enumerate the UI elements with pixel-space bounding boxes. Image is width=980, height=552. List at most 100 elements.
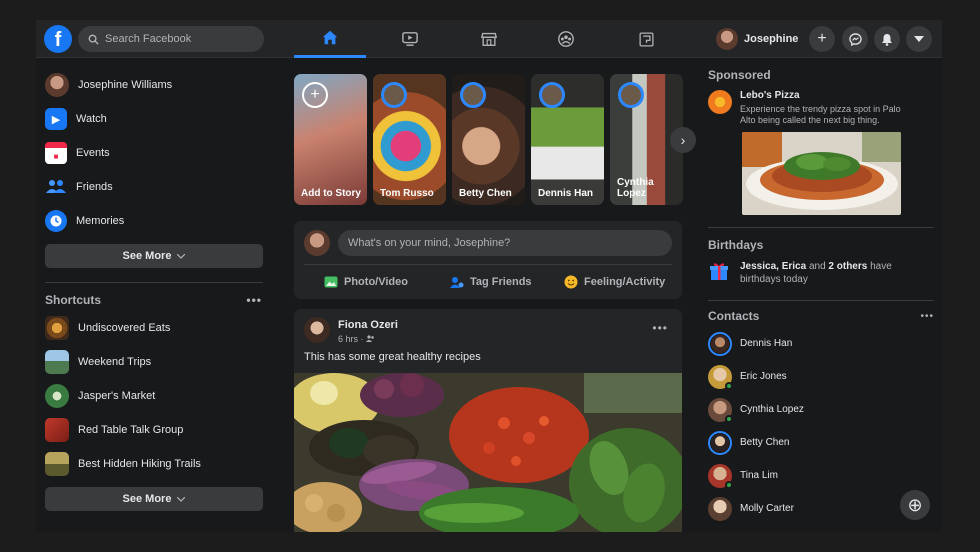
contact-item[interactable]: Dennis Han [708, 327, 934, 360]
advertiser-logo-icon [708, 90, 732, 114]
gaming-icon [638, 31, 654, 47]
shortcut-item[interactable]: Best Hidden Hiking Trails [36, 447, 272, 481]
friends-icon [45, 176, 67, 198]
calendar-icon: ■ [45, 142, 67, 164]
ad-image[interactable] [742, 132, 901, 215]
sidebar-item-watch[interactable]: ▶ Watch [36, 102, 272, 136]
tab-groups[interactable] [530, 20, 602, 58]
contacts-list: Dennis Han Eric Jones Cynthia Lopez Bett… [708, 327, 934, 525]
messenger-button[interactable] [842, 26, 868, 52]
create-button[interactable]: + [809, 26, 835, 52]
sidebar-item-friends[interactable]: Friends [36, 170, 272, 204]
tab-watch[interactable] [374, 20, 446, 58]
story-card[interactable]: Dennis Han [531, 74, 604, 205]
tag-friends-button[interactable]: Tag Friends [450, 271, 532, 293]
sidebar-item-label: Friends [76, 181, 113, 193]
see-more-shortcuts-button[interactable]: See More [45, 487, 263, 511]
new-message-button[interactable]: ⊕ [900, 490, 930, 520]
feeling-activity-button[interactable]: Feeling/Activity [564, 271, 665, 293]
shortcut-item[interactable]: Undiscovered Eats [36, 311, 272, 345]
tab-gaming[interactable] [610, 20, 682, 58]
group-thumbnail [45, 452, 69, 476]
story-card[interactable]: Tom Russo [373, 74, 446, 205]
post-image[interactable] [294, 373, 682, 532]
contact-avatar [708, 364, 733, 390]
profile-name: Josephine [744, 33, 799, 45]
story-card[interactable]: Betty Chen [452, 74, 525, 205]
story-name: Add to Story [301, 188, 361, 199]
user-avatar [304, 230, 330, 256]
group-thumbnail [45, 384, 69, 408]
sidebar-item-label: Josephine Williams [78, 79, 173, 91]
messenger-icon [848, 32, 862, 46]
story-avatar [381, 82, 407, 108]
birthdays-title: Birthdays [708, 238, 764, 252]
notifications-button[interactable] [874, 26, 900, 52]
shortcut-item[interactable]: Red Table Talk Group [36, 413, 272, 447]
chevron-down-icon [177, 253, 186, 259]
gift-icon [710, 263, 728, 280]
sidebar-item-memories[interactable]: Memories [36, 204, 272, 238]
contact-name: Tina Lim [740, 470, 778, 481]
search-box[interactable] [78, 26, 264, 52]
story-name: Betty Chen [459, 188, 512, 199]
post-timestamp[interactable]: 6 hrs [338, 334, 358, 344]
profile-chip[interactable]: Josephine [712, 26, 804, 52]
audience-friends-icon [366, 335, 374, 342]
stories-next-button[interactable]: › [670, 127, 696, 153]
tag-friends-label: Tag Friends [470, 276, 532, 288]
status-input[interactable] [338, 230, 672, 256]
contact-item[interactable]: Tina Lim [708, 459, 934, 492]
contact-avatar [708, 496, 732, 521]
feeling-activity-label: Feeling/Activity [584, 276, 666, 288]
post-options-icon[interactable]: ••• [652, 321, 668, 335]
photo-video-label: Photo/Video [344, 276, 408, 288]
marketplace-store-icon [480, 32, 498, 46]
see-more-label: See More [122, 493, 172, 505]
contact-item[interactable]: Betty Chen [708, 426, 934, 459]
ad-title: Lebo's Pizza [740, 90, 800, 101]
facebook-app: f Josephine + [36, 20, 942, 532]
contact-avatar [708, 331, 732, 356]
birthday-notice[interactable]: Jessica, Erica and 2 others have birthda… [708, 260, 934, 286]
ad-description: Experience the trendy pizza spot in Palo… [740, 104, 901, 125]
post-author-avatar[interactable] [304, 317, 330, 343]
top-navigation-bar: f Josephine + [36, 20, 942, 58]
story-avatar [618, 82, 644, 108]
shortcut-item[interactable]: Jasper's Market [36, 379, 272, 413]
facebook-logo-icon[interactable]: f [44, 25, 72, 53]
story-name: Cynthia Lopez [617, 177, 654, 199]
see-more-button[interactable]: See More [45, 244, 263, 268]
add-story-plus-icon: + [302, 82, 328, 108]
compose-plus-icon: ⊕ [907, 494, 923, 515]
more-options-icon[interactable]: ••• [246, 293, 262, 307]
divider [304, 264, 672, 265]
group-thumbnail [45, 418, 69, 442]
search-input[interactable] [105, 33, 255, 45]
divider [708, 300, 934, 301]
contact-name: Cynthia Lopez [740, 404, 804, 415]
story-card-add[interactable]: + Add to Story [294, 74, 367, 205]
search-icon [88, 34, 99, 45]
shortcut-label: Jasper's Market [78, 390, 156, 402]
contact-item[interactable]: Cynthia Lopez [708, 393, 934, 426]
contacts-options-icon[interactable]: ••• [920, 311, 934, 322]
tab-home[interactable] [294, 20, 366, 58]
tab-marketplace[interactable] [453, 20, 525, 58]
story-avatar [539, 82, 565, 108]
contacts-title: Contacts [708, 309, 760, 323]
post-composer: Photo/Video Tag Friends Feeling/Activity [294, 221, 682, 299]
sidebar-item-profile[interactable]: Josephine Williams [36, 68, 272, 102]
smiley-icon [564, 275, 578, 289]
photo-video-button[interactable]: Photo/Video [324, 271, 408, 293]
group-thumbnail [45, 316, 69, 340]
sponsored-ad[interactable]: Lebo's Pizza Experience the trendy pizza… [708, 90, 934, 126]
online-status-dot [725, 480, 733, 489]
sidebar-item-events[interactable]: ■ Events [36, 136, 272, 170]
shortcut-item[interactable]: Weekend Trips [36, 345, 272, 379]
shortcuts-header: Shortcuts ••• [36, 283, 272, 311]
contact-item[interactable]: Eric Jones [708, 360, 934, 393]
post-author-name[interactable]: Fiona Ozeri [338, 319, 398, 331]
account-menu-button[interactable] [906, 26, 932, 52]
online-status-dot [725, 381, 733, 390]
